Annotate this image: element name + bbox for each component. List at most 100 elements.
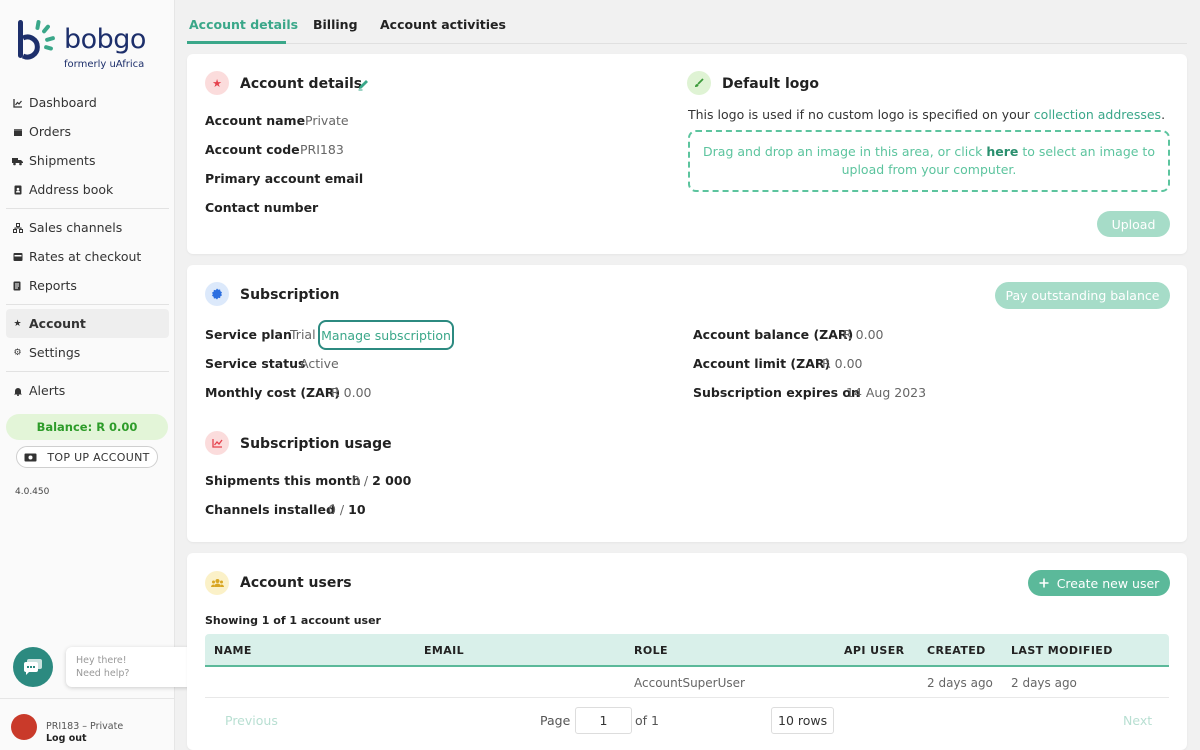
page-total: of 1 (635, 713, 659, 728)
shipments-used: 0 / (352, 473, 373, 488)
chat-greeting[interactable]: Hey there! Need help? (66, 647, 199, 687)
rows-per-page-select[interactable]: 10 rows (771, 707, 834, 734)
tab-billing[interactable]: Billing (313, 17, 358, 32)
account-code-label: Account code (205, 142, 300, 157)
service-plan-label: Service plan (205, 327, 292, 342)
sidebar-item-orders[interactable]: Orders (0, 117, 175, 146)
nav-divider (6, 304, 169, 305)
default-logo-description: This logo is used if no custom logo is s… (688, 107, 1165, 122)
subscription-expires-value: 14 Aug 2023 (846, 385, 927, 400)
account-details-card: ★ Account details Account name Private A… (187, 54, 1187, 254)
pay-outstanding-balance-button[interactable]: Pay outstanding balance (995, 282, 1170, 309)
rates-icon (12, 251, 23, 262)
channels-max: 10 (348, 502, 366, 517)
sidebar-item-label: Address book (29, 182, 114, 197)
logout-link[interactable]: Log out (46, 733, 87, 744)
column-header-last-modified[interactable]: LAST MODIFIED (1011, 644, 1113, 657)
edit-icon[interactable] (357, 78, 370, 91)
sidebar-item-account[interactable]: ★ Account (6, 309, 169, 338)
chat-greeting-line1: Hey there! (76, 655, 127, 666)
account-limit-value: R 0.00 (822, 356, 863, 371)
logo-dropzone[interactable]: Drag and drop an image in this area, or … (688, 130, 1170, 192)
service-status-value: Active (300, 356, 339, 371)
shipments-max: 2 000 (372, 473, 412, 488)
brand-logo[interactable]: bobgo formerly uAfrica (16, 18, 166, 74)
chat-button[interactable] (13, 647, 53, 687)
column-header-created[interactable]: CREATED (927, 644, 986, 657)
plus-icon (1039, 578, 1049, 588)
cell-role: AccountSuperUser (634, 676, 745, 690)
top-up-account-button[interactable]: TOP UP ACCOUNT (16, 446, 158, 468)
account-users-card: Account users Create new user Showing 1 … (187, 553, 1187, 750)
subscription-card: Subscription Pay outstanding balance Ser… (187, 265, 1187, 542)
user-footer: PRI183 – Private Log out (0, 698, 175, 750)
page-number-input[interactable]: 1 (575, 707, 632, 734)
channels-icon (12, 222, 23, 233)
app-version: 4.0.450 (15, 487, 50, 497)
sidebar-item-label: Orders (29, 124, 72, 139)
service-plan-value: Trial (290, 327, 316, 342)
collection-addresses-link[interactable]: collection addresses (1034, 107, 1161, 122)
create-new-user-button[interactable]: Create new user (1028, 570, 1170, 596)
user-name: PRI183 – Private (46, 721, 124, 732)
dropzone-text: Drag and drop an image in this area, or … (703, 144, 987, 159)
users-icon (205, 571, 229, 595)
subscription-title: Subscription (240, 287, 340, 303)
column-header-name[interactable]: NAME (214, 644, 252, 657)
account-balance-value: R 0.00 (843, 327, 884, 342)
nav-divider (6, 371, 169, 372)
sidebar: bobgo formerly uAfrica Dashboard Orders … (0, 0, 199, 750)
nav-divider (6, 208, 169, 209)
usage-chart-icon (205, 431, 229, 455)
users-table-header: NAME EMAIL ROLE API USER CREATED LAST MO… (205, 634, 1169, 667)
sidebar-item-address-book[interactable]: Address book (0, 175, 175, 204)
shipments-this-month-value: 0 / 2 000 (352, 473, 411, 488)
account-limit-label: Account limit (ZAR) (693, 356, 831, 371)
upload-button[interactable]: Upload (1097, 211, 1170, 237)
addressbook-icon (12, 184, 23, 195)
sidebar-item-label: Rates at checkout (29, 249, 142, 264)
report-icon (12, 280, 23, 291)
description-text: This logo is used if no custom logo is s… (688, 107, 1034, 122)
tab-account-activities[interactable]: Account activities (380, 17, 506, 32)
sidebar-item-alerts[interactable]: Alerts (0, 376, 175, 405)
brand-name: bobgo (64, 24, 146, 55)
truck-icon (12, 155, 23, 166)
top-up-label: TOP UP ACCOUNT (47, 450, 150, 464)
table-row[interactable]: AccountSuperUser 2 days ago 2 days ago (205, 667, 1169, 698)
column-header-role[interactable]: ROLE (634, 644, 668, 657)
chart-icon (12, 97, 23, 108)
brand-subtitle: formerly uAfrica (64, 59, 145, 70)
sidebar-item-dashboard[interactable]: Dashboard (0, 88, 175, 117)
account-users-title: Account users (240, 575, 352, 591)
avatar[interactable] (11, 714, 37, 740)
tab-account-details[interactable]: Account details (189, 17, 298, 32)
showing-count: Showing 1 of 1 account user (205, 614, 381, 627)
balance-badge: Balance: R 0.00 (6, 414, 168, 440)
sidebar-item-shipments[interactable]: Shipments (0, 146, 175, 175)
column-header-api-user[interactable]: API USER (844, 644, 905, 657)
sidebar-item-label: Settings (29, 345, 81, 360)
subscription-expires-label: Subscription expires on (693, 385, 860, 400)
subscription-usage-title: Subscription usage (240, 436, 392, 452)
chat-icon (24, 659, 42, 675)
sidebar-item-rates-at-checkout[interactable]: Rates at checkout (0, 242, 175, 271)
brush-icon (687, 71, 711, 95)
next-page-button[interactable]: Next (1123, 713, 1152, 728)
sidebar-item-reports[interactable]: Reports (0, 271, 175, 300)
active-tab-indicator (187, 41, 286, 44)
account-details-title: Account details (240, 76, 363, 92)
star-icon: ★ (13, 318, 22, 329)
dropzone-here-link[interactable]: here (986, 144, 1018, 159)
sidebar-item-label: Dashboard (29, 95, 97, 110)
sidebar-item-label: Reports (29, 278, 77, 293)
sidebar-item-sales-channels[interactable]: Sales channels (0, 213, 175, 242)
monthly-cost-value: R 0.00 (331, 385, 372, 400)
column-header-email[interactable]: EMAIL (424, 644, 464, 657)
sidebar-item-settings[interactable]: ⚙ Settings (0, 338, 175, 367)
previous-page-button[interactable]: Previous (225, 713, 278, 728)
account-code-value: PRI183 (300, 142, 344, 157)
create-new-user-label: Create new user (1056, 575, 1160, 591)
manage-subscription-button[interactable]: Manage subscription (318, 320, 454, 350)
cell-created: 2 days ago (927, 676, 993, 690)
